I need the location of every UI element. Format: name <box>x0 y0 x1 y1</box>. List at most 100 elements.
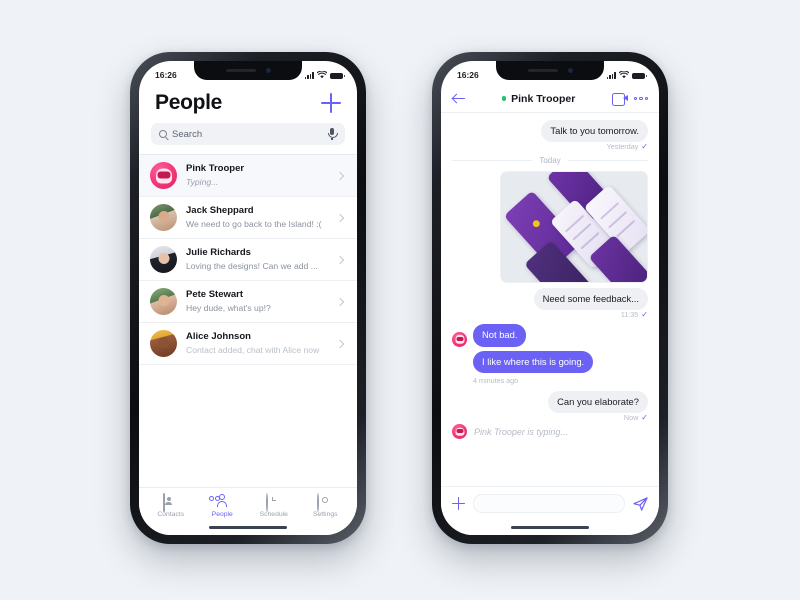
message-composer <box>441 486 659 520</box>
chevron-right-icon <box>335 255 345 264</box>
message-timestamp: 11:35 <box>620 310 639 320</box>
tab-label: Contacts <box>157 511 185 518</box>
page-title: People <box>155 91 223 114</box>
avatar <box>452 331 467 347</box>
search-placeholder: Search <box>172 128 203 140</box>
list-item[interactable]: Julie Richards Loving the designs! Can w… <box>139 239 357 281</box>
status-indicators <box>606 71 647 79</box>
contacts-icon <box>162 493 179 512</box>
signal-bars-icon <box>606 72 616 79</box>
separator-line <box>452 160 533 162</box>
message-meta: 4 minutes ago <box>473 376 518 385</box>
list-item-text: Alice Johnson Contact added, chat with A… <box>186 331 328 356</box>
phone-chat: 16:26 Pink Trooper Talk to you tomorrow.… <box>432 52 668 544</box>
plus-icon[interactable] <box>321 93 341 113</box>
tab-label: Settings <box>312 511 338 518</box>
separator-line <box>567 160 649 162</box>
alarm-clock-icon <box>265 493 282 512</box>
wifi-icon <box>619 71 629 79</box>
read-receipt-icon: ✓ <box>641 142 648 152</box>
message-bubble[interactable]: I like where this is going. <box>473 350 594 373</box>
message-input[interactable] <box>473 494 625 513</box>
chat-title-group: Pink Trooper <box>471 93 606 105</box>
status-time: 16:26 <box>155 70 177 80</box>
search-input[interactable]: Search <box>151 123 345 145</box>
contact-name: Pete Stewart <box>186 289 244 301</box>
message-meta: Yesterday ✓ <box>607 142 648 151</box>
contact-preview: Typing... <box>186 176 219 187</box>
screenshot-stage: 16:26 People Search Pink Trooper Typing.… <box>0 0 800 600</box>
contact-name: Jack Sheppard <box>186 205 254 217</box>
back-arrow-icon[interactable] <box>452 93 465 104</box>
message-meta: Now ✓ <box>624 413 648 422</box>
bottom-tab-bar[interactable]: Contacts People Schedule Settings <box>139 487 357 520</box>
avatar <box>150 204 177 231</box>
chevron-right-icon <box>335 213 345 222</box>
list-item-text: Julie Richards Loving the designs! Can w… <box>186 247 328 272</box>
read-receipt-icon: ✓ <box>641 310 648 320</box>
list-item[interactable]: Alice Johnson Contact added, chat with A… <box>139 323 357 365</box>
list-item-text: Pink Trooper Typing... <box>186 163 328 188</box>
avatar <box>150 162 177 189</box>
list-item[interactable]: Pete Stewart Hey dude, what's up!? <box>139 281 357 323</box>
status-bar-right: 16:26 <box>441 61 659 85</box>
chevron-right-icon <box>335 339 345 348</box>
home-indicator-right <box>441 520 659 535</box>
contact-preview: We need to go back to the Island! :( <box>186 218 322 229</box>
list-item-text: Pete Stewart Hey dude, what's up!? <box>186 289 328 314</box>
read-receipt-icon: ✓ <box>641 413 648 423</box>
contacts-list[interactable]: Pink Trooper Typing... Jack Sheppard We … <box>139 154 357 487</box>
message-thread[interactable]: Talk to you tomorrow. Yesterday ✓ Today <box>441 113 659 486</box>
people-header: People <box>139 85 357 123</box>
chevron-right-icon <box>335 171 345 180</box>
avatar <box>150 246 177 273</box>
tab-people[interactable]: People <box>197 494 249 518</box>
typing-text: Pink Trooper is typing... <box>474 426 568 437</box>
app-screens-mockup-image[interactable] <box>500 171 648 284</box>
list-item-text: Jack Sheppard We need to go back to the … <box>186 205 328 230</box>
chevron-right-icon <box>335 297 345 306</box>
battery-icon <box>632 72 647 79</box>
message-timestamp: 4 minutes ago <box>473 375 519 385</box>
microphone-icon[interactable] <box>327 128 338 140</box>
list-item[interactable]: Jack Sheppard We need to go back to the … <box>139 197 357 239</box>
message-bubble[interactable]: Talk to you tomorrow. <box>541 120 648 143</box>
day-label: Today <box>539 156 561 166</box>
plus-icon[interactable] <box>452 497 465 510</box>
search-container: Search <box>139 123 357 154</box>
people-screen: 16:26 People Search Pink Trooper Typing.… <box>139 61 357 535</box>
more-options-icon[interactable] <box>633 96 648 101</box>
message-bubble[interactable]: Not bad. <box>473 324 527 347</box>
message-meta: 11:35 ✓ <box>621 310 648 319</box>
contact-preview: Hey dude, what's up!? <box>186 302 271 313</box>
wifi-icon <box>317 71 327 79</box>
signal-bars-icon <box>304 72 314 79</box>
message-timestamp: Yesterday <box>606 142 639 152</box>
battery-icon <box>330 72 345 79</box>
status-time: 16:26 <box>457 70 479 80</box>
send-paper-plane-icon[interactable] <box>633 496 648 511</box>
chat-title: Pink Trooper <box>511 92 576 105</box>
status-bar-left: 16:26 <box>139 61 357 85</box>
chat-header: Pink Trooper <box>441 85 659 113</box>
tab-contacts[interactable]: Contacts <box>145 493 197 518</box>
incoming-message-row: Not bad. <box>452 324 527 347</box>
typing-indicator: Pink Trooper is typing... <box>452 424 568 440</box>
avatar <box>150 330 177 357</box>
tab-schedule[interactable]: Schedule <box>248 493 300 518</box>
online-status-dot <box>501 96 507 101</box>
list-item[interactable]: Pink Trooper Typing... <box>139 155 357 197</box>
search-icon <box>159 130 167 138</box>
avatar <box>452 424 467 440</box>
chat-screen: 16:26 Pink Trooper Talk to you tomorrow.… <box>441 61 659 535</box>
tab-label: People <box>211 511 233 518</box>
tab-label: Schedule <box>259 511 288 518</box>
message-bubble[interactable]: Need some feedback... <box>533 288 648 311</box>
avatar <box>150 288 177 315</box>
message-bubble[interactable]: Can you elaborate? <box>548 390 648 414</box>
tab-settings[interactable]: Settings <box>300 493 352 518</box>
status-indicators <box>304 71 345 79</box>
video-camera-icon[interactable] <box>611 93 628 106</box>
contact-name: Julie Richards <box>186 247 251 259</box>
day-separator: Today <box>452 156 649 166</box>
